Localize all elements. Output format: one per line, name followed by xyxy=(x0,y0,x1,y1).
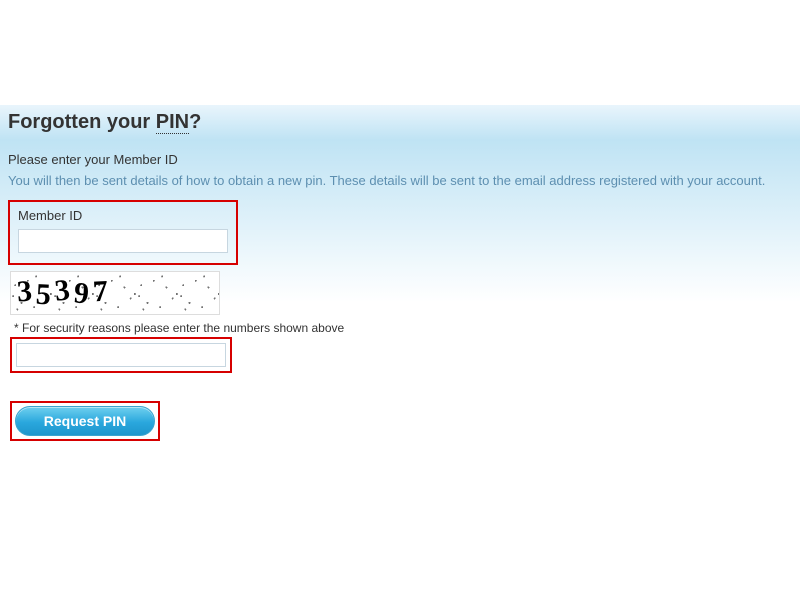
member-id-label: Member ID xyxy=(18,208,228,223)
captcha-digit: 3 xyxy=(53,273,71,308)
captcha-input[interactable] xyxy=(16,343,226,367)
captcha-digit: 7 xyxy=(92,275,109,310)
captcha-image: 3 5 3 9 7 xyxy=(10,271,220,315)
captcha-note: * For security reasons please enter the … xyxy=(14,321,792,335)
subheading: Please enter your Member ID xyxy=(8,152,792,167)
page-header: Forgotten your PIN? xyxy=(0,105,800,140)
title-pin: PIN xyxy=(156,111,189,134)
captcha-input-group xyxy=(10,337,232,373)
captcha-digits: 3 5 3 9 7 xyxy=(11,272,219,314)
content-area: Please enter your Member ID You will the… xyxy=(0,140,800,500)
submit-group: Request PIN xyxy=(10,401,160,441)
page-title: Forgotten your PIN? xyxy=(8,111,792,134)
captcha-digit: 9 xyxy=(72,276,90,311)
title-suffix: ? xyxy=(189,111,201,133)
title-prefix: Forgotten your xyxy=(8,111,156,133)
captcha-digit: 5 xyxy=(35,278,52,313)
member-id-group: Member ID xyxy=(8,200,238,265)
request-pin-button[interactable]: Request PIN xyxy=(15,406,155,436)
info-text: You will then be sent details of how to … xyxy=(8,173,792,188)
member-id-input[interactable] xyxy=(18,229,228,253)
captcha-digit: 3 xyxy=(16,275,33,310)
